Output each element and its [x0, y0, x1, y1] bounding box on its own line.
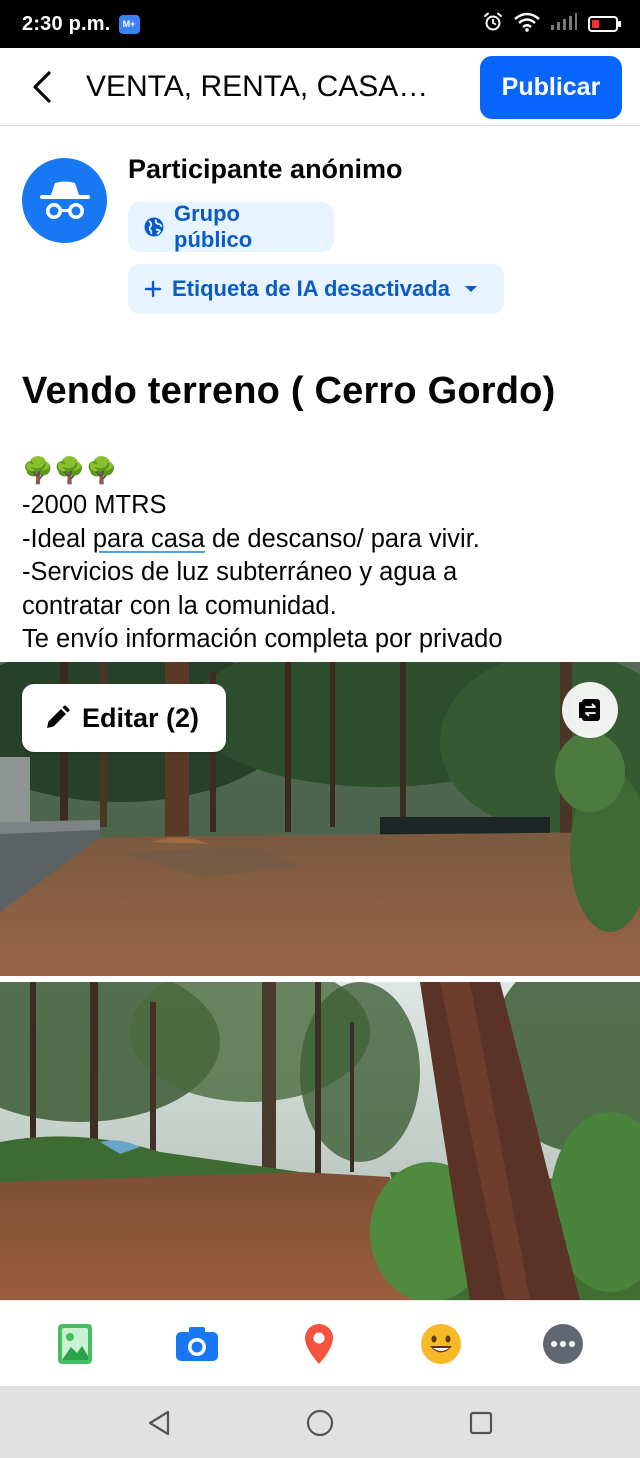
- edit-label: Editar (2): [82, 702, 200, 733]
- post-line: Te envío información completa por privad…: [22, 625, 503, 653]
- location-icon: [305, 1324, 333, 1364]
- system-nav-bar: [0, 1386, 640, 1458]
- post-title[interactable]: Vendo terreno ( Cerro Gordo): [22, 370, 555, 413]
- photo-video-button[interactable]: [52, 1321, 98, 1367]
- composer-toolbar: [0, 1300, 640, 1386]
- camera-button[interactable]: [174, 1321, 220, 1367]
- nav-home-button[interactable]: [305, 1408, 335, 1438]
- camera-icon: [176, 1327, 218, 1361]
- check-in-button[interactable]: [296, 1321, 342, 1367]
- nav-back-button[interactable]: [144, 1408, 174, 1438]
- post-body[interactable]: 🌳🌳🌳 -2000 MTRS -Ideal para casa de desca…: [22, 455, 622, 657]
- audience-label: Grupo público: [174, 201, 253, 252]
- swap-photos-icon: [579, 699, 600, 721]
- ai-label-selector[interactable]: Etiqueta de IA desactivada: [128, 264, 504, 314]
- post-line: contratar con la comunidad.: [22, 591, 337, 620]
- emoji-icon: [421, 1324, 461, 1364]
- globe-icon: [144, 217, 164, 237]
- nav-recents-button[interactable]: [466, 1408, 496, 1438]
- app-notification-icon: M+: [118, 14, 140, 34]
- more-icon: [543, 1324, 583, 1364]
- audience-selector[interactable]: Grupo público: [128, 201, 334, 252]
- post-line: -Ideal para casa de descanso/ para vivir…: [22, 523, 622, 557]
- top-app-bar: VENTA, RENTA, CASAS,... Publicar: [0, 48, 640, 126]
- anonymous-avatar: [22, 158, 107, 243]
- publish-button[interactable]: Publicar: [480, 56, 622, 119]
- post-line-text: de descanso/ para vivir.: [204, 524, 480, 553]
- suggested-link[interactable]: para casa: [93, 525, 205, 553]
- post-line-text: -Ideal: [22, 524, 93, 553]
- triangle-back-icon: [148, 1410, 170, 1436]
- more-options-button[interactable]: [540, 1321, 586, 1367]
- post-line: -Servicios de luz subterráneo y agua a: [22, 558, 458, 586]
- status-bar: 2:30 p.m. M+: [0, 0, 640, 48]
- wifi-icon: [514, 12, 540, 37]
- ai-label-text: Etiqueta de IA desactivada: [172, 276, 450, 301]
- incognito-icon: [39, 181, 90, 219]
- back-arrow-icon: [33, 70, 51, 103]
- attached-photo-2[interactable]: [0, 982, 640, 1300]
- status-time: 2:30 p.m.: [22, 12, 111, 35]
- reorder-media-button[interactable]: [562, 682, 618, 738]
- group-title: VENTA, RENTA, CASAS,...: [86, 69, 442, 103]
- photo-icon: [58, 1324, 92, 1364]
- post-line: -2000 MTRS: [22, 491, 167, 519]
- status-icons: [482, 11, 621, 38]
- circle-home-icon: [306, 1409, 334, 1437]
- edit-media-button[interactable]: Editar (2): [22, 684, 226, 752]
- alarm-icon: [482, 11, 504, 38]
- square-recents-icon: [469, 1411, 493, 1435]
- plus-icon: [144, 280, 162, 298]
- battery-icon: [588, 16, 621, 32]
- feeling-activity-button[interactable]: [418, 1321, 464, 1367]
- tree-emoji-row: 🌳🌳🌳: [22, 457, 118, 486]
- back-button[interactable]: [12, 57, 72, 117]
- signal-icon: [550, 12, 578, 36]
- pencil-icon: [44, 705, 70, 731]
- caret-down-icon: [464, 284, 478, 294]
- author-name: Participante anónimo: [128, 154, 403, 184]
